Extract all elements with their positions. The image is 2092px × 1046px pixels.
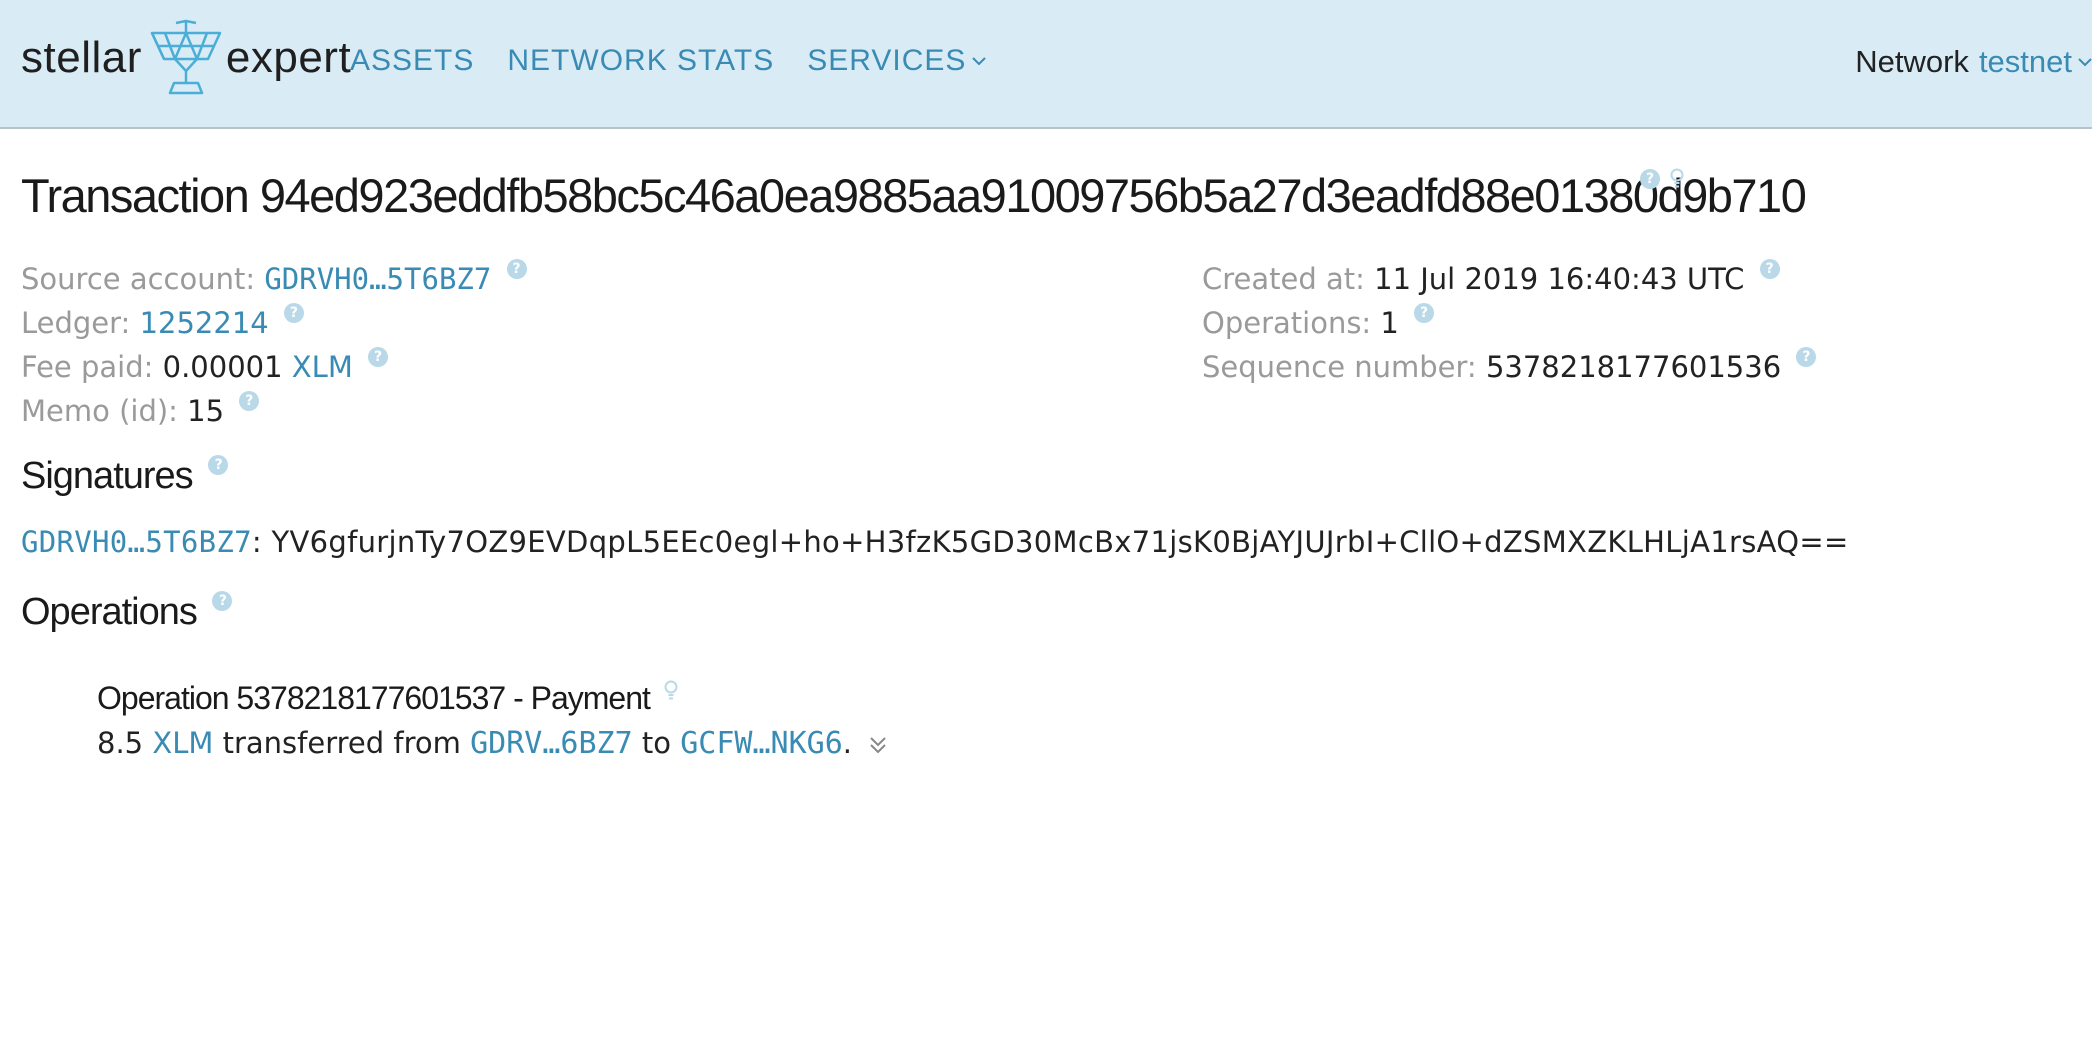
created-at-label: Created at: — [1202, 262, 1365, 296]
operation-amount: 8.5 — [97, 726, 144, 760]
created-at-row: Created at: 11 Jul 2019 16:40:43 UTC ? — [1202, 257, 1780, 301]
title-icons: ? — [1640, 168, 1684, 190]
main-nav: ASSETS NETWORK STATS SERVICES — [350, 44, 987, 78]
nav-services-label: SERVICES — [807, 44, 967, 77]
operation-asset-link[interactable]: XLM — [152, 726, 213, 760]
page-title: Transaction 94ed923eddfb58bc5c46a0ea9885… — [21, 169, 1807, 222]
question-circle-icon[interactable]: ? — [208, 455, 229, 475]
ledger-link[interactable]: 1252214 — [140, 306, 269, 340]
nav-services[interactable]: SERVICES — [807, 44, 987, 78]
signatures-heading-text: Signatures — [21, 455, 194, 497]
memo-row: Memo (id): 15 ? — [21, 389, 260, 433]
operations-heading-text: Operations — [21, 591, 198, 633]
stellar-expert-logo[interactable]: stellar expert — [21, 18, 351, 98]
telescope-logo-icon — [150, 19, 222, 95]
lightbulb-icon[interactable] — [1670, 168, 1684, 190]
fee-asset-link[interactable]: XLM — [292, 350, 353, 384]
double-chevron-down-icon[interactable] — [867, 734, 889, 756]
chevron-down-icon — [2078, 58, 2092, 67]
question-circle-icon[interactable]: ? — [1796, 347, 1817, 367]
source-account-row: Source account: GDRVH0…5T6BZ7 ? — [21, 257, 527, 301]
operations-heading: Operations ? — [21, 591, 233, 634]
memo-label: Memo (id): — [21, 394, 178, 428]
signature-account-link[interactable]: GDRVH0…5T6BZ7 — [21, 525, 252, 559]
logo-text-stellar: stellar — [21, 33, 142, 82]
question-circle-icon[interactable]: ? — [1640, 169, 1660, 189]
operations-count-row: Operations: 1 ? — [1202, 301, 1435, 345]
question-circle-icon[interactable]: ? — [239, 391, 260, 411]
signature-separator: : — [251, 525, 262, 559]
nav-assets[interactable]: ASSETS — [350, 44, 474, 78]
network-label: Network — [1855, 44, 1969, 79]
operation-title-text: Operation 5378218177601537 - Payment — [97, 680, 651, 716]
network-dropdown[interactable]: testnet — [1979, 44, 2092, 80]
source-account-label: Source account: — [21, 262, 256, 296]
chevron-down-icon — [972, 57, 987, 66]
operation-end: . — [842, 726, 852, 760]
signature-value: YV6gfurjnTy7OZ9EVDqpL5EEc0egl+ho+H3fzK5G… — [271, 525, 1849, 559]
sequence-number-row: Sequence number: 5378218177601536 ? — [1202, 345, 1817, 389]
network-value: testnet — [1978, 44, 2072, 79]
fee-amount: 0.00001 — [162, 350, 283, 384]
operation-from-link[interactable]: GDRV…6BZ7 — [470, 726, 633, 761]
operation-description: 8.5 XLM transferred from GDRV…6BZ7 to GC… — [97, 726, 889, 761]
ledger-label: Ledger: — [21, 306, 131, 340]
sequence-number-label: Sequence number: — [1202, 350, 1477, 384]
signature-item: GDRVH0…5T6BZ7: YV6gfurjnTy7OZ9EVDqpL5EEc… — [21, 525, 1849, 559]
memo-value: 15 — [187, 394, 225, 428]
fee-label: Fee paid: — [21, 350, 154, 384]
question-circle-icon[interactable]: ? — [368, 347, 389, 367]
operation-to-link[interactable]: GCFW…NKG6 — [680, 726, 843, 761]
question-circle-icon[interactable]: ? — [1414, 303, 1435, 323]
operation-text-to: to — [641, 726, 671, 760]
created-at-value: 11 Jul 2019 16:40:43 UTC — [1374, 262, 1745, 296]
operations-count-label: Operations: — [1202, 306, 1372, 340]
question-circle-icon[interactable]: ? — [212, 591, 233, 611]
source-account-link[interactable]: GDRVH0…5T6BZ7 — [264, 262, 491, 296]
question-circle-icon[interactable]: ? — [1759, 259, 1780, 279]
sequence-number-value: 5378218177601536 — [1485, 350, 1782, 384]
lightbulb-icon[interactable] — [664, 680, 678, 702]
logo-text-expert: expert — [225, 33, 352, 82]
nav-network-stats[interactable]: NETWORK STATS — [507, 44, 774, 78]
signatures-heading: Signatures ? — [21, 455, 229, 498]
operations-count-value: 1 — [1380, 306, 1399, 340]
question-circle-icon[interactable]: ? — [283, 303, 304, 323]
operation-text-transferred: transferred from — [222, 726, 461, 760]
question-circle-icon[interactable]: ? — [506, 259, 527, 279]
ledger-row: Ledger: 1252214 ? — [21, 301, 304, 345]
network-selector: Network testnet — [1855, 44, 2092, 80]
fee-row: Fee paid: 0.00001 XLM ? — [21, 345, 389, 389]
operation-title: Operation 5378218177601537 - Payment — [97, 680, 678, 717]
top-navigation-bar: stellar expert ASSETS NETWORK STATS SERV… — [0, 0, 2092, 129]
